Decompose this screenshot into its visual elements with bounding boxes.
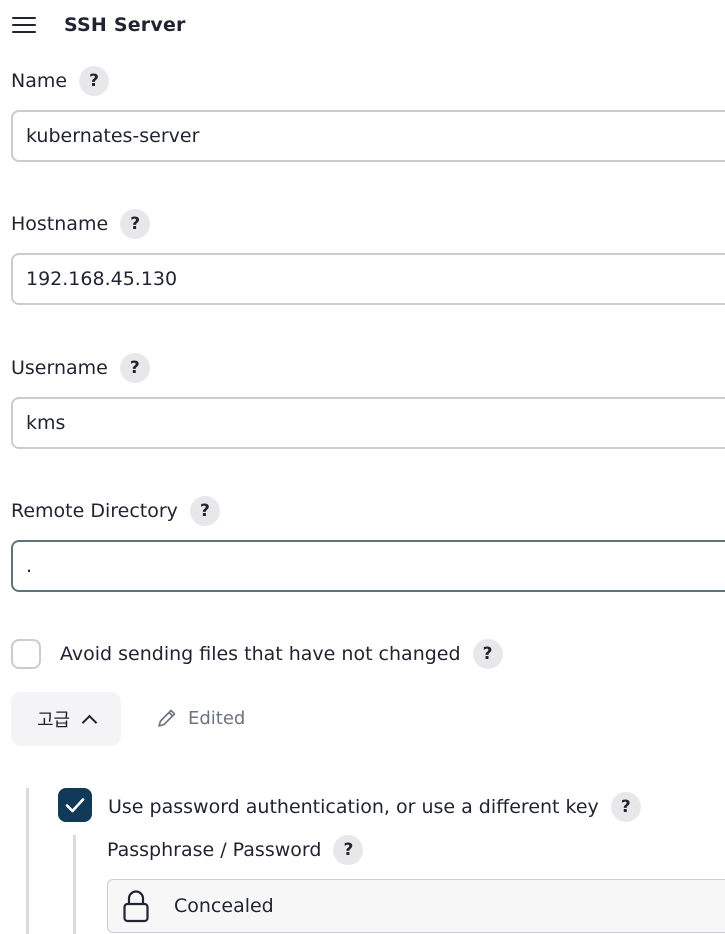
hostname-field-label-row: Hostname ?	[11, 208, 151, 240]
password-auth-row: Use password authentication, or use a di…	[108, 792, 641, 822]
lock-icon	[123, 890, 149, 923]
advanced-panel-border	[26, 788, 29, 934]
password-auth-checkbox[interactable]	[58, 788, 92, 822]
remote-directory-label: Remote Directory	[11, 500, 178, 522]
hostname-help-icon[interactable]: ?	[120, 209, 151, 239]
chevron-up-icon	[81, 714, 98, 730]
section-title: SSH Server	[64, 14, 186, 36]
hostname-input[interactable]	[11, 253, 725, 305]
avoid-sending-row: Avoid sending files that have not change…	[11, 639, 503, 669]
hamburger-menu-icon[interactable]	[12, 17, 36, 33]
name-input[interactable]	[11, 110, 725, 162]
edited-indicator: Edited	[156, 707, 245, 729]
name-field-label-row: Name ?	[11, 65, 110, 97]
name-help-icon[interactable]: ?	[79, 66, 110, 96]
username-input[interactable]	[11, 397, 725, 449]
edited-label: Edited	[188, 707, 246, 729]
pencil-icon	[158, 709, 176, 727]
password-auth-label: Use password authentication, or use a di…	[108, 796, 599, 818]
remote-directory-input[interactable]	[11, 540, 725, 592]
ssh-server-config-page: SSH Server Name ? Hostname ? Username ? …	[0, 0, 725, 934]
concealed-text: Concealed	[174, 895, 274, 917]
passphrase-help-icon[interactable]: ?	[333, 835, 364, 865]
passphrase-label: Passphrase / Password	[107, 839, 322, 861]
name-label: Name	[11, 70, 68, 92]
password-subpanel-border	[73, 835, 76, 934]
section-header: SSH Server	[12, 10, 186, 40]
avoid-sending-label: Avoid sending files that have not change…	[60, 643, 461, 665]
remote-directory-field-label-row: Remote Directory ?	[11, 495, 220, 527]
remote-directory-help-icon[interactable]: ?	[189, 496, 220, 526]
passphrase-label-row: Passphrase / Password ?	[107, 835, 364, 865]
checkmark-icon	[65, 798, 85, 813]
username-help-icon[interactable]: ?	[119, 353, 150, 383]
password-auth-help-icon[interactable]: ?	[610, 792, 641, 822]
avoid-sending-checkbox[interactable]	[11, 639, 41, 669]
advanced-toggle-button[interactable]: 고급	[11, 692, 121, 746]
hostname-label: Hostname	[11, 213, 109, 235]
avoid-sending-help-icon[interactable]: ?	[472, 639, 503, 669]
username-label: Username	[11, 357, 108, 379]
username-field-label-row: Username ?	[11, 352, 150, 384]
advanced-label: 고급	[36, 710, 71, 731]
passphrase-concealed-field[interactable]: Concealed	[107, 879, 725, 933]
